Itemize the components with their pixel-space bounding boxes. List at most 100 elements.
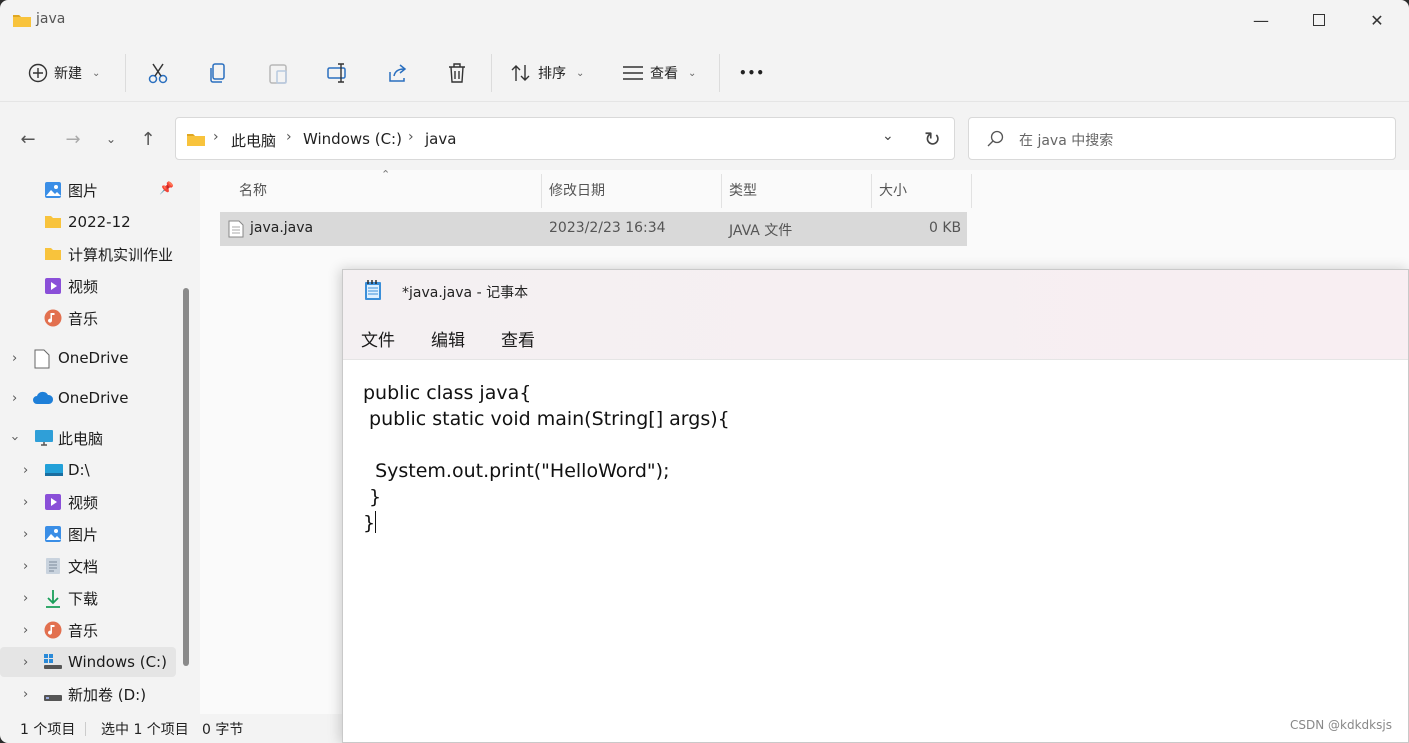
- share-icon: [387, 62, 409, 84]
- column-divider[interactable]: [541, 174, 542, 208]
- breadcrumb-this-pc[interactable]: 此电脑: [231, 130, 276, 151]
- column-header-modified[interactable]: 修改日期: [549, 180, 605, 200]
- nav-item-onedrive[interactable]: › OneDrive: [0, 383, 176, 413]
- nav-item-pc-pictures[interactable]: › 图片: [0, 519, 176, 549]
- refresh-icon: ↻: [924, 127, 941, 151]
- drive-icon: [44, 461, 63, 479]
- pictures-icon: [44, 181, 62, 199]
- music-icon: [44, 621, 62, 639]
- nav-item-label: D:\: [68, 461, 90, 479]
- rename-icon: [327, 62, 349, 84]
- address-bar[interactable]: › 此电脑 › Windows (C:) › java ⌄ ↻: [175, 117, 955, 160]
- file-name: java.java: [250, 220, 314, 236]
- command-bar: 新建 ⌄ 排序 ⌄ 查看 ⌄ •••: [0, 44, 1409, 102]
- column-divider[interactable]: [971, 174, 972, 208]
- nav-item-pc-videos[interactable]: › 视频: [0, 487, 176, 517]
- code-line-last: }: [363, 510, 1383, 536]
- nav-item-pictures[interactable]: 图片 📌: [0, 175, 176, 205]
- chevron-right-icon: ›: [286, 129, 292, 145]
- file-row-java[interactable]: java.java 2023/2/23 16:34 JAVA 文件 0 KB: [220, 212, 967, 246]
- breadcrumb-java[interactable]: java: [425, 130, 456, 148]
- toolbar-divider: [719, 54, 720, 92]
- nav-item-label: 音乐: [68, 309, 99, 328]
- copy-icon: [208, 62, 228, 84]
- nav-item-training-homework[interactable]: 计算机实训作业: [0, 239, 176, 269]
- maximize-button[interactable]: [1290, 0, 1348, 40]
- column-header-size[interactable]: 大小: [879, 180, 907, 200]
- notepad-title: *java.java - 记事本: [402, 285, 529, 301]
- chevron-right-icon[interactable]: ›: [23, 687, 28, 702]
- search-box[interactable]: 在 java 中搜索: [968, 117, 1396, 160]
- chevron-right-icon[interactable]: ›: [23, 527, 28, 542]
- menu-view[interactable]: 查看: [501, 326, 535, 351]
- minimize-button[interactable]: —: [1232, 0, 1290, 40]
- back-button[interactable]: ←: [13, 122, 43, 156]
- code-line: public class java{: [363, 382, 532, 404]
- chevron-right-icon: ›: [213, 129, 219, 145]
- status-item-count: 1 个项目: [20, 722, 76, 738]
- pin-icon[interactable]: 📌: [159, 181, 174, 195]
- new-button[interactable]: 新建 ⌄: [28, 57, 100, 89]
- column-divider[interactable]: [721, 174, 722, 208]
- chevron-right-icon[interactable]: ›: [23, 655, 28, 670]
- nav-item-pc-music[interactable]: › 音乐: [0, 615, 176, 645]
- nav-item-downloads[interactable]: › 下载: [0, 583, 176, 613]
- menu-edit[interactable]: 编辑: [431, 326, 465, 351]
- nav-item-label: 文档: [68, 557, 99, 576]
- window-title: java: [36, 11, 66, 27]
- nav-item-this-pc[interactable]: › 此电脑: [0, 423, 176, 453]
- nav-item-d-drive[interactable]: › D:\: [0, 455, 176, 485]
- nav-item-windows-c[interactable]: › Windows (C:): [0, 647, 176, 677]
- paste-button[interactable]: [268, 57, 288, 89]
- address-history-button[interactable]: ⌄: [882, 128, 894, 144]
- chevron-right-icon[interactable]: ›: [12, 391, 17, 406]
- nav-scrollbar[interactable]: [183, 288, 189, 666]
- arrow-left-icon: ←: [20, 128, 36, 150]
- column-header-name[interactable]: 名称: [239, 180, 267, 200]
- downloads-icon: [44, 589, 62, 608]
- chevron-right-icon[interactable]: ›: [12, 351, 17, 366]
- nav-item-videos[interactable]: 视频: [0, 271, 176, 301]
- column-divider[interactable]: [871, 174, 872, 208]
- refresh-button[interactable]: ↻: [924, 127, 941, 151]
- sort-button[interactable]: 排序 ⌄: [510, 57, 584, 89]
- up-button[interactable]: ↑: [133, 122, 163, 156]
- column-header-type[interactable]: 类型: [729, 180, 757, 200]
- chevron-right-icon[interactable]: ›: [23, 495, 28, 510]
- chevron-right-icon[interactable]: ›: [23, 559, 28, 574]
- chevron-right-icon[interactable]: ›: [23, 591, 28, 606]
- rename-button[interactable]: [327, 57, 349, 89]
- notepad-text-area[interactable]: public class java{ public static void ma…: [363, 380, 1383, 536]
- close-button[interactable]: ✕: [1348, 0, 1406, 40]
- folder-icon: [44, 214, 62, 232]
- nav-item-label: 图片: [68, 525, 99, 544]
- share-button[interactable]: [387, 57, 409, 89]
- cut-button[interactable]: [147, 57, 169, 89]
- menu-file[interactable]: 文件: [361, 326, 395, 351]
- copy-button[interactable]: [208, 57, 228, 89]
- view-button[interactable]: 查看 ⌄: [622, 57, 696, 89]
- minimize-icon: —: [1253, 10, 1269, 30]
- chevron-down-icon: ⌄: [882, 128, 894, 144]
- chevron-right-icon[interactable]: ›: [23, 463, 28, 478]
- videos-icon: [44, 277, 62, 295]
- breadcrumb-windows-c[interactable]: Windows (C:): [303, 130, 402, 148]
- nav-item-2022-12[interactable]: 2022-12: [0, 207, 176, 237]
- pictures-icon: [44, 525, 62, 543]
- chevron-down-icon[interactable]: ›: [7, 435, 22, 440]
- forward-button[interactable]: →: [58, 122, 88, 156]
- watermark: CSDN @kdkdksjs: [1290, 718, 1392, 732]
- nav-item-onedrive-personal[interactable]: › OneDrive: [0, 343, 176, 373]
- recent-locations-button[interactable]: ⌄: [96, 122, 126, 156]
- more-options-button[interactable]: •••: [739, 57, 765, 89]
- code-line: System.out.print("HelloWord");: [363, 460, 670, 482]
- nav-item-music[interactable]: 音乐: [0, 303, 176, 333]
- sort-label: 排序: [538, 66, 566, 82]
- nav-item-documents[interactable]: › 文档: [0, 551, 176, 581]
- delete-button[interactable]: [447, 57, 467, 89]
- text-caret: [375, 511, 377, 533]
- chevron-right-icon[interactable]: ›: [23, 623, 28, 638]
- status-divider: [85, 722, 86, 736]
- nav-item-new-volume-d[interactable]: › 新加卷 (D:): [0, 679, 176, 709]
- notepad-menu-bar: 文件 编辑 查看: [343, 312, 1408, 360]
